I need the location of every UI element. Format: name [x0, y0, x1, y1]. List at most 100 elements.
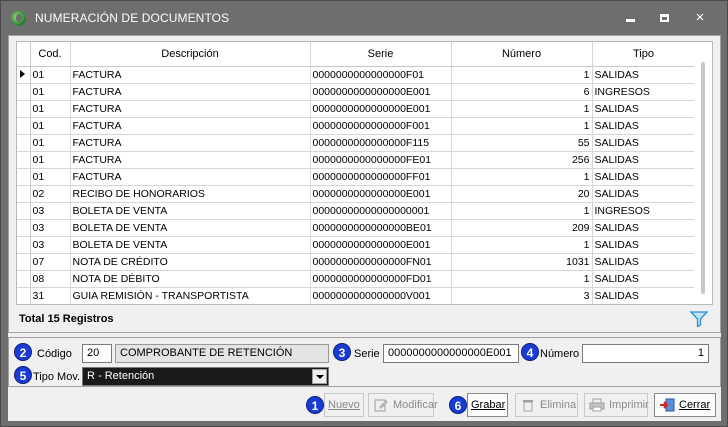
scrollbar-thumb[interactable] — [701, 62, 705, 294]
table-row[interactable]: 31 GUIA REMISIÓN - TRANSPORTISTA 000000000… — [17, 287, 696, 304]
imprimir-button[interactable]: Imprimir — [584, 393, 649, 417]
cell-serie: 0000000000000000BE01 — [310, 219, 452, 237]
table-row[interactable]: 01 FACTURA 0000000000000000FF01 1 SALIDAS — [17, 168, 696, 186]
cell-cod: 01 — [30, 100, 71, 118]
minimize-button[interactable] — [620, 9, 640, 27]
table-row[interactable]: 01 FACTURA 0000000000000000E001 6 INGRESOS — [17, 83, 696, 101]
cell-tipo: SALIDAS — [592, 151, 696, 169]
table-row[interactable]: 01 FACTURA 0000000000000000F001 1 SALIDAS — [17, 117, 696, 135]
modificar-label: Modificar — [393, 399, 438, 411]
serie-label: Serie — [354, 348, 380, 360]
row-indicator — [17, 287, 31, 304]
column-header-descripcion[interactable]: Descripción — [70, 42, 311, 67]
cell-tipo: SALIDAS — [592, 66, 696, 84]
chevron-down-icon[interactable] — [312, 369, 327, 384]
grid-panel: Cod. Descripción Serie Número Tipo 01 FAC… — [8, 35, 721, 333]
cerrar-button[interactable]: Cerrar — [654, 393, 716, 417]
tipo-mov-select[interactable]: R - Retención — [82, 367, 329, 386]
cell-descripcion: FACTURA — [70, 168, 311, 186]
row-indicator — [17, 219, 31, 237]
vertical-scrollbar[interactable] — [694, 42, 712, 304]
row-indicator — [17, 83, 31, 101]
cell-descripcion: RECIBO DE HONORARIOS — [70, 185, 311, 203]
cell-descripcion: FACTURA — [70, 83, 311, 101]
exit-door-icon — [660, 398, 675, 412]
table-row[interactable]: 01 FACTURA 0000000000000000FE01 256 SALIDAS — [17, 151, 696, 169]
window-title: NUMERACIÓN DE DOCUMENTOS — [35, 11, 230, 25]
badge-6: 6 — [449, 396, 467, 414]
row-indicator — [17, 236, 31, 254]
numero-input[interactable]: 1 — [582, 344, 709, 363]
cell-numero: 1 — [451, 270, 593, 288]
tipo-mov-label: Tipo Mov. — [33, 371, 81, 383]
table-row[interactable]: 02 RECIBO DE HONORARIOS 0000000000000000E0… — [17, 185, 696, 203]
elimina-button[interactable]: Elimina — [515, 393, 578, 417]
codigo-label: Código — [37, 348, 72, 360]
cell-tipo: SALIDAS — [592, 185, 696, 203]
printer-icon — [589, 398, 605, 412]
cell-serie: 0000000000000000FD01 — [310, 270, 452, 288]
column-header-tipo[interactable]: Tipo — [592, 42, 696, 67]
table-row[interactable]: 03 BOLETA DE VENTA 0000000000000000BE01 209… — [17, 219, 696, 237]
documents-grid[interactable]: Cod. Descripción Serie Número Tipo 01 FAC… — [16, 41, 713, 305]
grid-body: 01 FACTURA 0000000000000000F01 1 SALIDAS 01 FA… — [17, 66, 696, 304]
table-row[interactable]: 01 FACTURA 0000000000000000E001 1 SALIDAS — [17, 100, 696, 118]
column-header-serie[interactable]: Serie — [310, 42, 452, 67]
entry-panel: 2 Código 20 COMPROBANTE DE RETENCIÓN 3 S… — [8, 337, 721, 387]
window: NUMERACIÓN DE DOCUMENTOS × Cod. Descripc… — [0, 0, 728, 427]
title-bar[interactable]: NUMERACIÓN DE DOCUMENTOS × — [1, 1, 727, 35]
filter-icon[interactable] — [689, 310, 709, 328]
modificar-button[interactable]: Modificar — [368, 393, 438, 417]
column-header-numero[interactable]: Número — [451, 42, 593, 67]
cell-serie: 0000000000000000FE01 — [310, 151, 452, 169]
imprimir-label: Imprimir — [609, 399, 649, 411]
cell-cod: 01 — [30, 117, 71, 135]
cell-numero: 6 — [451, 83, 593, 101]
cell-cod: 01 — [30, 66, 71, 84]
cell-cod: 03 — [30, 202, 71, 220]
cell-numero: 55 — [451, 134, 593, 152]
cell-serie: 0000000000000000E001 — [310, 100, 452, 118]
grabar-button[interactable]: Grabar — [467, 393, 508, 417]
trash-icon — [523, 400, 533, 412]
total-records-label: Total 15 Registros — [19, 313, 114, 325]
cell-numero: 209 — [451, 219, 593, 237]
close-button[interactable]: × — [690, 9, 710, 27]
table-row[interactable]: 01 FACTURA 0000000000000000F01 1 SALIDAS — [17, 66, 696, 84]
cell-cod: 31 — [30, 287, 71, 304]
cell-numero: 1 — [451, 168, 593, 186]
cell-cod: 08 — [30, 270, 71, 288]
cell-tipo: SALIDAS — [592, 168, 696, 186]
cell-descripcion: BOLETA DE VENTA — [70, 202, 311, 220]
cell-descripcion: BOLETA DE VENTA — [70, 219, 311, 237]
nuevo-button[interactable]: Nuevo — [324, 393, 364, 417]
maximize-button[interactable] — [654, 9, 674, 27]
codigo-description-field: COMPROBANTE DE RETENCIÓN — [115, 344, 329, 363]
table-row[interactable]: 07 NOTA DE CRÉDITO 0000000000000000FN01 103… — [17, 253, 696, 271]
codigo-input[interactable]: 20 — [82, 344, 112, 363]
cell-numero: 1031 — [451, 253, 593, 271]
cell-cod: 07 — [30, 253, 71, 271]
badge-1: 1 — [306, 396, 324, 414]
table-row[interactable]: 01 FACTURA 0000000000000000F115 55 SALIDAS — [17, 134, 696, 152]
cell-numero: 1 — [451, 117, 593, 135]
cell-cod: 01 — [30, 151, 71, 169]
client-area: Cod. Descripción Serie Número Tipo 01 FAC… — [8, 35, 721, 421]
cell-tipo: SALIDAS — [592, 117, 696, 135]
maximize-icon — [659, 14, 669, 22]
cell-numero: 1 — [451, 236, 593, 254]
badge-3: 3 — [333, 343, 351, 361]
row-indicator — [17, 134, 31, 152]
serie-input[interactable]: 0000000000000000E001 — [383, 344, 519, 363]
cell-cod: 03 — [30, 236, 71, 254]
badge-2: 2 — [14, 343, 32, 361]
table-row[interactable]: 08 NOTA DE DÉBITO 0000000000000000FD01 1 SAL… — [17, 270, 696, 288]
column-header-cod[interactable]: Cod. — [30, 42, 71, 67]
action-toolbar: 1 Nuevo Modificar 6 Grabar Elimina Impri… — [8, 391, 721, 421]
row-indicator — [17, 202, 31, 220]
cell-serie: 0000000000000000F01 — [310, 66, 452, 84]
cell-serie: 0000000000000000F115 — [310, 134, 452, 152]
cell-cod: 01 — [30, 134, 71, 152]
table-row[interactable]: 03 BOLETA DE VENTA 00000000000000000001 1 IN… — [17, 202, 696, 220]
table-row[interactable]: 03 BOLETA DE VENTA 0000000000000000E001 1 SA… — [17, 236, 696, 254]
